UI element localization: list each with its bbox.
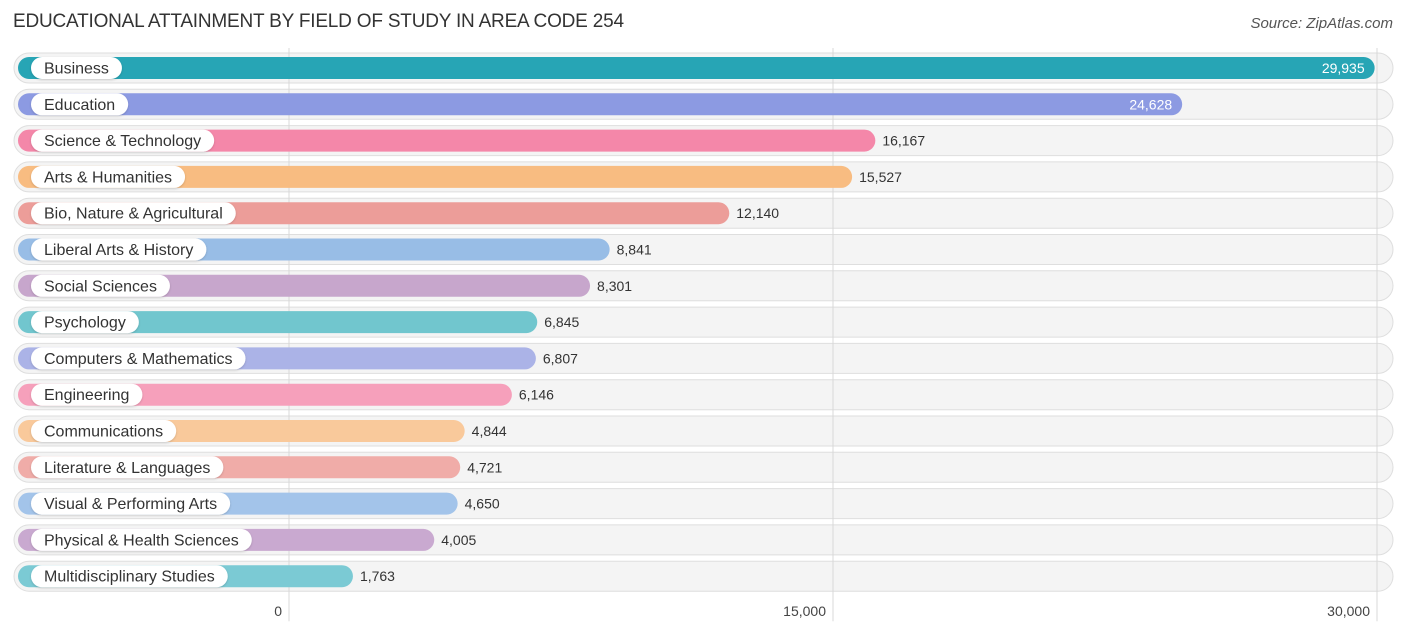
- value-label: 4,844: [472, 423, 507, 439]
- value-label: 29,935: [1322, 60, 1365, 76]
- bar: [18, 57, 1375, 79]
- bar-row: Business 29,935: [18, 57, 1375, 79]
- bar-row: Communications 4,844: [18, 420, 507, 442]
- category-label: Social Sciences: [44, 278, 157, 295]
- value-label: 24,628: [1129, 96, 1172, 112]
- value-label: 6,807: [543, 350, 578, 366]
- bar-row: Literature & Languages 4,721: [18, 456, 502, 479]
- value-label: 6,146: [519, 387, 554, 403]
- bar-row: Education 24,628: [18, 93, 1183, 116]
- value-label: 4,721: [467, 459, 502, 475]
- value-label: 4,650: [465, 496, 500, 512]
- category-label: Literature & Languages: [44, 460, 210, 477]
- bar-row: Physical & Health Sciences 4,005: [18, 528, 476, 551]
- bar-row: Visual & Performing Arts 4,650: [18, 492, 500, 515]
- value-label: 16,167: [882, 133, 925, 149]
- category-label: Engineering: [44, 387, 129, 404]
- bar-row: Computers & Mathematics 6,807: [18, 347, 578, 370]
- category-label: Business: [44, 61, 109, 78]
- value-label: 8,841: [617, 242, 652, 258]
- category-label: Education: [44, 97, 115, 114]
- category-label: Physical & Health Sciences: [44, 532, 239, 549]
- value-label: 1,763: [360, 568, 395, 584]
- bar-row: Liberal Arts & History 8,841: [18, 238, 652, 261]
- value-label: 6,845: [544, 314, 579, 330]
- bar-row: Social Sciences 8,301: [18, 274, 632, 297]
- x-axis-ticks: 0 15,000 30,000: [274, 603, 1370, 619]
- category-label: Computers & Mathematics: [44, 351, 233, 368]
- x-tick-label: 30,000: [1327, 603, 1370, 619]
- category-label: Communications: [44, 424, 163, 441]
- value-label: 4,005: [441, 532, 476, 548]
- bar: [18, 93, 1183, 116]
- bar-row: Multidisciplinary Studies 1,763: [18, 565, 395, 588]
- category-label: Psychology: [44, 315, 126, 332]
- bar-row: Bio, Nature & Agricultural 12,140: [18, 202, 779, 225]
- value-label: 8,301: [597, 278, 632, 294]
- category-label: Bio, Nature & Agricultural: [44, 206, 223, 223]
- category-label: Visual & Performing Arts: [44, 496, 217, 513]
- value-label: 15,527: [859, 169, 902, 185]
- bar-row: Science & Technology 16,167: [18, 129, 925, 152]
- bar-row: Psychology 6,845: [18, 311, 579, 334]
- category-label: Science & Technology: [44, 133, 201, 150]
- x-tick-label: 0: [274, 603, 282, 619]
- x-tick-label: 15,000: [783, 603, 826, 619]
- value-label: 12,140: [736, 205, 779, 221]
- bar-chart: Business 29,935 Education 24,628 Science & T…: [13, 48, 1394, 622]
- bar-row: Arts & Humanities 15,527: [18, 165, 902, 188]
- category-label: Arts & Humanities: [44, 169, 172, 186]
- category-label: Multidisciplinary Studies: [44, 569, 215, 586]
- bar-row: Engineering 6,146: [18, 383, 554, 406]
- category-label: Liberal Arts & History: [44, 242, 193, 259]
